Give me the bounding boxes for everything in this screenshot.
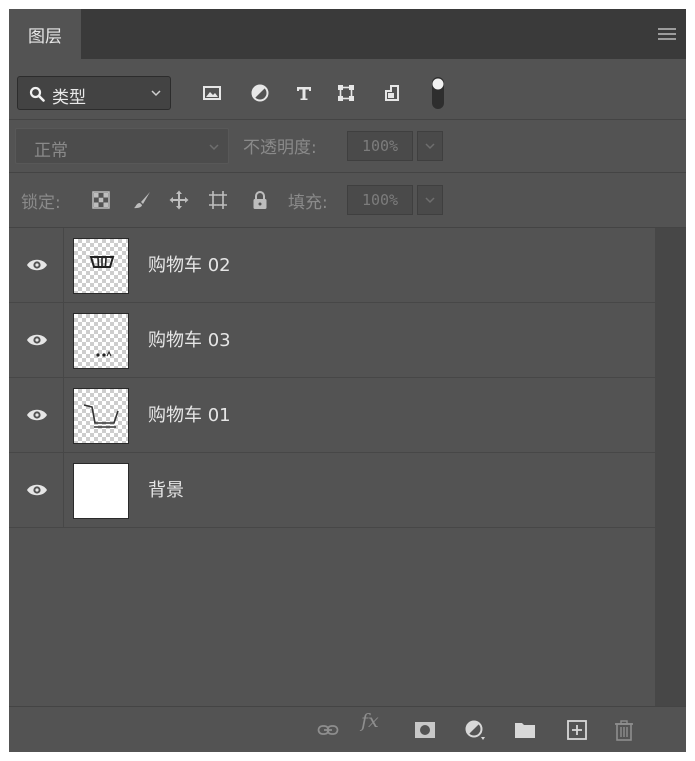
cart-basket-icon — [89, 256, 115, 268]
blend-mode-label: 正常 — [34, 141, 68, 161]
opacity-dropdown[interactable] — [417, 131, 443, 161]
opacity-field[interactable]: 100% — [347, 131, 413, 161]
layer-row[interactable]: 背景 — [9, 453, 655, 528]
fx-icon[interactable]: fx — [361, 710, 379, 732]
visibility-toggle[interactable] — [9, 303, 64, 377]
eye-icon — [27, 334, 47, 346]
scrollbar[interactable] — [655, 228, 686, 706]
opacity-label: 不透明度: — [243, 138, 317, 158]
chevron-down-icon — [209, 144, 219, 151]
layer-thumbnail — [73, 388, 129, 444]
panel-menu-icon[interactable] — [658, 28, 676, 40]
filter-toggle-icon[interactable] — [430, 75, 446, 111]
chevron-down-icon — [425, 143, 435, 150]
eye-icon — [27, 259, 47, 271]
adjustment-layer-icon[interactable] — [464, 719, 486, 741]
tab-layers[interactable]: 图层 — [9, 9, 81, 59]
chevron-down-icon — [425, 197, 435, 204]
layers-panel: 图层 类型 正常 不透明度: 100% 锁定: 填充: 100% 购物车 02 … — [9, 9, 686, 752]
delete-icon[interactable] — [613, 719, 635, 741]
visibility-toggle[interactable] — [9, 228, 64, 302]
eye-icon — [27, 484, 47, 496]
lock-label: 锁定: — [21, 193, 61, 213]
visibility-toggle[interactable] — [9, 378, 64, 452]
layer-row[interactable]: 购物车 03 — [9, 303, 655, 378]
link-layers-icon[interactable] — [317, 719, 339, 741]
layer-thumbnail — [73, 463, 129, 519]
image-filter-icon[interactable] — [202, 83, 222, 103]
layer-name[interactable]: 购物车 01 — [148, 401, 231, 427]
layer-row[interactable]: 购物车 02 — [9, 228, 655, 303]
filter-kind-label: 类型 — [52, 88, 86, 108]
eye-icon — [27, 409, 47, 421]
panel-tab-bar: 图层 — [9, 9, 686, 59]
cart-wheels-icon — [96, 350, 112, 357]
filter-kind-select[interactable]: 类型 — [17, 76, 171, 110]
lock-image-pixels-icon[interactable] — [132, 190, 152, 210]
lock-transparent-pixels-icon[interactable] — [91, 190, 111, 210]
layer-name[interactable]: 购物车 02 — [148, 251, 231, 277]
group-folder-icon[interactable] — [514, 719, 536, 741]
layer-thumbnail — [73, 313, 129, 369]
filter-row: 类型 — [9, 59, 686, 120]
blend-mode-select[interactable]: 正常 — [15, 128, 229, 164]
smart-object-filter-icon[interactable] — [382, 83, 402, 103]
layer-thumbnail — [73, 238, 129, 294]
layer-name[interactable]: 背景 — [148, 476, 184, 502]
mask-icon[interactable] — [414, 719, 436, 741]
layers-list: 购物车 02 购物车 03 购物车 01 背景 — [9, 228, 686, 706]
lock-all-icon[interactable] — [250, 190, 270, 210]
fill-label: 填充: — [288, 193, 328, 213]
layer-row[interactable]: 购物车 01 — [9, 378, 655, 453]
cart-body-icon — [83, 404, 119, 428]
shape-filter-icon[interactable] — [336, 83, 356, 103]
lock-artboard-icon[interactable] — [208, 190, 228, 210]
fill-field[interactable]: 100% — [347, 185, 413, 215]
visibility-toggle[interactable] — [9, 453, 64, 527]
adjustment-filter-icon[interactable] — [250, 83, 270, 103]
lock-position-icon[interactable] — [169, 190, 189, 210]
search-icon — [29, 86, 45, 102]
panel-bottom-bar — [9, 706, 686, 752]
layer-name[interactable]: 购物车 03 — [148, 326, 231, 352]
type-filter-icon[interactable] — [294, 83, 314, 103]
chevron-down-icon — [151, 90, 161, 97]
new-layer-icon[interactable] — [566, 719, 588, 741]
fill-dropdown[interactable] — [417, 185, 443, 215]
